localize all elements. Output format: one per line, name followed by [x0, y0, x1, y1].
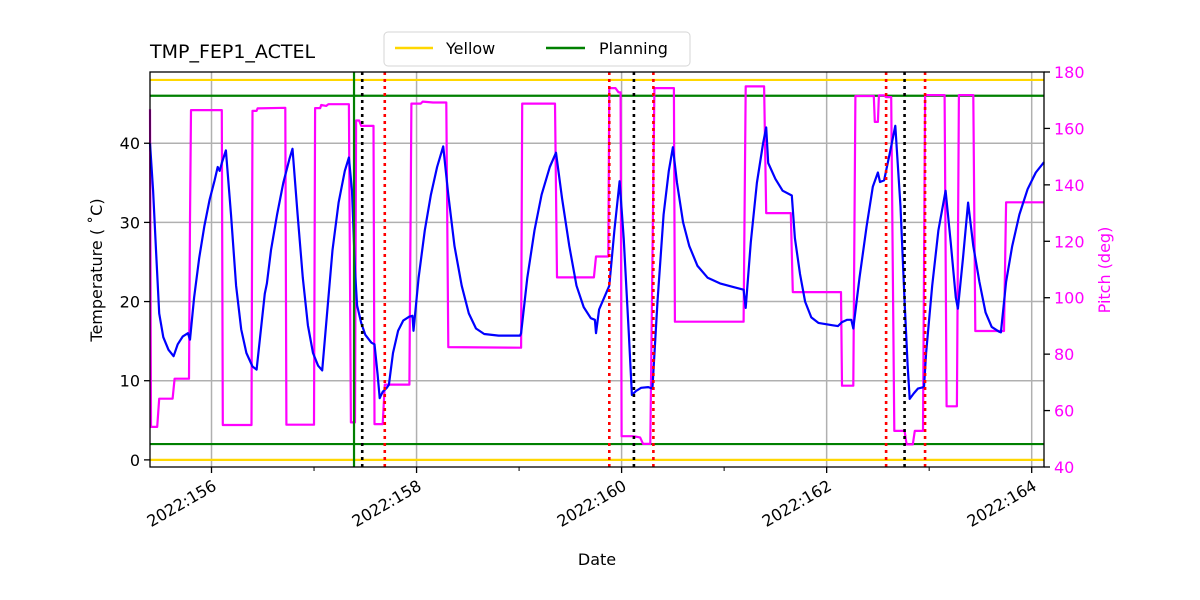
legend: Yellow Planning: [383, 31, 691, 67]
y-tick-label: 0: [130, 451, 140, 470]
y-axis-label: Temperature ( ˚C): [87, 198, 106, 342]
y2-tick-label: 60: [1054, 402, 1074, 421]
y2-tick-label: 140: [1054, 176, 1085, 195]
y-tick-label: 40: [120, 134, 140, 153]
legend-label-yellow: Yellow: [445, 39, 495, 58]
legend-label-planning: Planning: [599, 39, 668, 58]
x-axis-label: Date: [578, 550, 616, 569]
y2-tick-label: 180: [1054, 63, 1085, 82]
y2-axis-label: Pitch (deg): [1095, 227, 1114, 314]
y2-tick-label: 160: [1054, 119, 1085, 138]
y2-tick-label: 120: [1054, 232, 1085, 251]
chart: TMP_FEP1_ACTEL Yellow Planning 2022:156 2…: [0, 0, 1200, 600]
y2-tick-label: 80: [1054, 345, 1074, 364]
y-tick-label: 30: [120, 213, 140, 232]
chart-title: TMP_FEP1_ACTEL: [149, 41, 315, 63]
y-tick-label: 10: [120, 372, 140, 391]
y2-tick-label: 40: [1054, 458, 1074, 477]
y-tick-label: 20: [120, 293, 140, 312]
y2-tick-label: 100: [1054, 289, 1085, 308]
